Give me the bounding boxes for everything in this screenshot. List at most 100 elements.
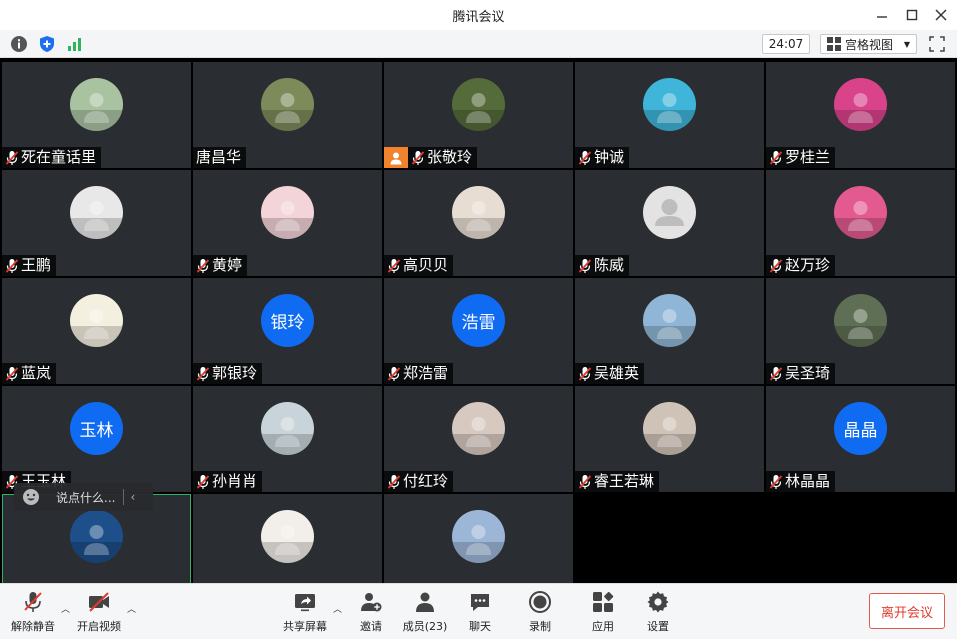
close-button[interactable] [930,4,952,26]
default-avatar-icon [643,186,696,239]
mic-muted-icon [5,258,19,273]
chat-placeholder: 说点什么... [56,490,116,505]
share-options-caret[interactable]: ︿ [333,602,342,615]
photo-avatar-image [261,510,314,563]
participant-tile[interactable]: 王鹏 [2,170,191,276]
photo-avatar [261,510,314,563]
participant-tile[interactable]: 玉林 王玉林 [2,386,191,492]
participant-name-tag: 林晶晶 [766,471,836,492]
participant-tile[interactable]: 黄婷 [193,170,382,276]
maximize-button[interactable] [901,4,923,26]
participant-tile[interactable]: 蓝岚 [2,278,191,384]
mic-muted-icon [5,366,19,381]
photo-avatar-image [70,294,123,347]
host-badge [384,147,408,168]
minimize-button[interactable] [871,4,893,26]
participant-name-tag: 张敬玲 [384,147,478,168]
default-avatar [643,186,696,239]
unmute-button[interactable]: 解除静音 [10,590,56,636]
text-avatar: 浩雷 [452,294,505,347]
participant-name-tag: 陈威 [575,255,630,276]
chat-quick-input[interactable]: 说点什么... ‹ [14,483,153,511]
chat-button[interactable]: 聊天 [465,590,495,636]
participant-name: 王鹏 [21,256,52,274]
photo-avatar-image [261,402,314,455]
participant-tile[interactable]: 银玲 郭银玲 [193,278,382,384]
photo-avatar [452,186,505,239]
participant-tile[interactable]: 睿王若琳 [575,386,764,492]
participant-tile[interactable]: 浩雷 郑浩雷 [384,278,573,384]
participant-tile[interactable]: 孙肖肖 [193,386,382,492]
photo-avatar-image [643,78,696,131]
settings-label: 设置 [647,620,669,633]
photo-avatar [70,510,123,563]
participant-tile[interactable]: 死在童话里 [2,62,191,168]
participant-name: 钟诚 [594,148,625,166]
mic-muted-icon [387,258,401,273]
participant-tile[interactable]: 吴圣琦 [766,278,955,384]
participant-name-tag: 吴圣琦 [766,363,836,384]
photo-avatar-image [261,186,314,239]
fullscreen-button[interactable] [928,35,946,53]
photo-avatar [261,78,314,131]
photo-avatar [834,294,887,347]
photo-avatar-image [643,294,696,347]
view-mode-dropdown[interactable]: 宫格视图 ▼ [820,34,917,54]
text-avatar: 晶晶 [834,402,887,455]
participant-name-tag: 唐昌华 [193,147,247,168]
mic-muted-icon [196,474,210,489]
participant-name: 张敬玲 [427,148,473,166]
participant-tile[interactable]: 晶晶林晶晶 [766,386,955,492]
mic-muted-icon [196,258,210,273]
share-screen-button[interactable]: 共享屏幕 [282,590,328,636]
text-avatar: 银玲 [261,294,314,347]
leave-meeting-button[interactable]: 离开会议 [869,593,945,629]
members-icon [416,592,434,612]
members-button[interactable]: 成员(23) [401,590,449,636]
participant-name: 孙肖肖 [212,472,258,490]
chat-label: 聊天 [469,620,491,633]
record-icon [529,591,551,613]
shield-icon [40,36,54,52]
participant-name-tag: 死在童话里 [2,147,102,168]
emoji-icon [23,489,39,505]
photo-avatar [70,78,123,131]
participant-name: 付红玲 [403,472,449,490]
start-video-button[interactable]: 开启视频 [76,590,122,636]
participant-tile[interactable]: 钟诚 [575,62,764,168]
photo-avatar [261,186,314,239]
participant-tile[interactable]: 罗桂兰 [766,62,955,168]
photo-avatar-image [70,186,123,239]
add-user-icon [361,593,382,612]
settings-button[interactable]: 设置 [643,590,673,636]
participant-tile[interactable]: 付红玲 [384,386,573,492]
caret-down-icon: ▼ [903,39,910,49]
photo-avatar-image [834,294,887,347]
participant-tile[interactable]: 赵万珍 [766,170,955,276]
network-signal-button[interactable] [66,35,84,53]
participant-tile[interactable]: 陈威 [575,170,764,276]
participant-tile[interactable]: 张敬玲 [384,62,573,168]
invite-button[interactable]: 邀请 [356,590,386,636]
photo-avatar-image [452,186,505,239]
participant-tile[interactable]: 高贝贝 [384,170,573,276]
close-icon [935,9,947,21]
security-button[interactable] [38,35,56,53]
audio-options-caret[interactable]: ︿ [61,602,70,615]
video-options-caret[interactable]: ︿ [127,602,136,615]
participant-name-tag: 蓝岚 [2,363,57,384]
meeting-info-button[interactable] [10,35,28,53]
participant-name-tag: 高贝贝 [384,255,454,276]
mic-muted-icon [411,150,425,165]
participant-name-tag: 睿王若琳 [575,471,660,492]
mic-muted-icon [769,366,783,381]
collapse-chat-icon[interactable]: ‹ [130,490,135,504]
record-button[interactable]: 录制 [525,590,555,636]
photo-avatar [834,78,887,131]
photo-avatar [452,402,505,455]
unmute-label: 解除静音 [11,620,55,633]
apps-button[interactable]: 应用 [588,590,618,636]
mic-muted-icon [769,258,783,273]
participant-tile[interactable]: 吴雄英 [575,278,764,384]
participant-tile[interactable]: 唐昌华 [193,62,382,168]
